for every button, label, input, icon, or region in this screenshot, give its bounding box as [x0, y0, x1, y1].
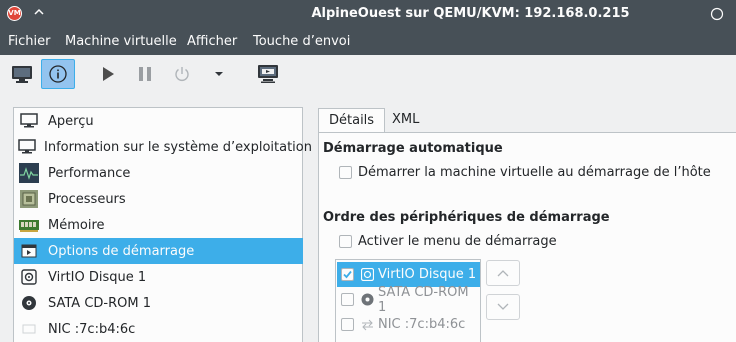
console-button[interactable]	[5, 59, 39, 89]
monitor-icon	[18, 136, 36, 158]
boot-device-sata-cdrom[interactable]: SATA CD-ROM 1	[337, 284, 480, 315]
menu-touche-envoi[interactable]: Touche d’envoi	[253, 34, 350, 49]
boot-device-virtio-disque[interactable]: VirtIO Disque 1	[337, 262, 480, 287]
performance-icon	[18, 162, 40, 184]
menu-fichier[interactable]: Fichier	[8, 34, 51, 49]
checkmark-icon	[343, 270, 352, 279]
snapshots-button[interactable]	[251, 59, 285, 89]
cdrom-icon	[18, 292, 40, 314]
memory-icon	[18, 214, 40, 236]
sidebar-item-os-info[interactable]: Information sur le système d’exploitatio…	[14, 134, 312, 160]
pause-icon	[139, 67, 151, 81]
play-icon	[103, 67, 114, 81]
sidebar-item-label: Processeurs	[48, 191, 126, 207]
sidebar-item-nic[interactable]: NIC :7c:b4:6c	[14, 316, 303, 342]
sidebar-item-sata-cdrom[interactable]: SATA CD-ROM 1	[14, 290, 303, 316]
sidebar-item-virtio-disque[interactable]: VirtIO Disque 1	[14, 264, 303, 290]
monitor-icon	[12, 66, 32, 83]
power-icon	[175, 67, 189, 81]
info-icon	[49, 65, 67, 83]
menu-afficher[interactable]: Afficher	[187, 34, 237, 49]
boot-device-label: NIC :7c:b4:6c	[378, 317, 466, 332]
sidebar-item-label: VirtIO Disque 1	[48, 269, 147, 285]
move-up-button[interactable]	[486, 260, 520, 286]
sidebar-item-label: Aperçu	[48, 113, 94, 129]
boot-device-list: VirtIO Disque 1 SATA CD-ROM 1 NIC :7c:b4…	[335, 259, 481, 342]
shutdown-button[interactable]	[165, 59, 199, 89]
boot-menu-checkbox-label: Activer le menu de démarrage	[358, 234, 557, 249]
chevron-down-icon	[215, 72, 223, 76]
snapshot-icon	[258, 65, 278, 83]
title-bar: VM AlpineOuest sur QEMU/KVM: 192.168.0.2…	[0, 0, 736, 29]
disk-icon	[18, 266, 40, 288]
sidebar-item-label: SATA CD-ROM 1	[48, 295, 151, 311]
sidebar-item-label: Mémoire	[48, 217, 105, 233]
autostart-title: Démarrage automatique	[323, 141, 503, 156]
nic-icon	[361, 318, 374, 331]
details-button[interactable]	[41, 59, 75, 89]
shutdown-menu-button[interactable]	[202, 59, 236, 89]
chevron-up-icon	[497, 270, 509, 277]
boot-device-label: VirtIO Disque 1	[378, 267, 477, 282]
boot-order-title: Ordre des périphériques de démarrage	[323, 210, 610, 225]
sidebar-item-apercu[interactable]: Aperçu	[14, 108, 303, 134]
hardware-list: Aperçu Information sur le système d’expl…	[13, 107, 312, 342]
monitor-icon	[18, 110, 40, 132]
tab-xml[interactable]: XML	[382, 108, 429, 133]
window-title: AlpineOuest sur QEMU/KVM: 192.168.0.215	[311, 6, 630, 21]
menu-machine-virtuelle[interactable]: Machine virtuelle	[65, 34, 177, 49]
boot-options-icon	[18, 240, 40, 262]
sidebar-item-processeurs[interactable]: Processeurs	[14, 186, 303, 212]
autostart-checkbox[interactable]	[339, 166, 352, 179]
autostart-checkbox-label: Démarrer la machine virtuelle au démarra…	[358, 165, 711, 180]
toolbar	[0, 55, 736, 95]
sidebar-item-label: Options de démarrage	[48, 243, 195, 259]
sidebar-item-memoire[interactable]: Mémoire	[14, 212, 303, 238]
sidebar-item-label: Performance	[48, 165, 131, 181]
disk-icon	[361, 268, 374, 281]
pause-button[interactable]	[128, 59, 162, 89]
tab-details[interactable]: Détails	[318, 108, 386, 133]
cpu-icon	[18, 188, 40, 210]
boot-device-checkbox[interactable]	[341, 268, 354, 281]
boot-menu-checkbox-row[interactable]: Activer le menu de démarrage	[339, 234, 557, 249]
sidebar-item-performance[interactable]: Performance	[14, 160, 303, 186]
chevron-down-icon	[497, 303, 509, 310]
sidebar-item-label: NIC :7c:b4:6c	[48, 321, 136, 337]
boot-device-checkbox[interactable]	[341, 318, 354, 331]
autostart-checkbox-row[interactable]: Démarrer la machine virtuelle au démarra…	[339, 165, 711, 180]
window-close-icon[interactable]	[710, 7, 724, 21]
sidebar-item-options-demarrage[interactable]: Options de démarrage	[14, 238, 303, 264]
boot-device-nic[interactable]: NIC :7c:b4:6c	[337, 312, 480, 337]
details-panel: Démarrage automatique Démarrer la machin…	[318, 132, 736, 342]
move-down-button[interactable]	[486, 294, 520, 320]
run-button[interactable]	[91, 59, 125, 89]
boot-device-label: SATA CD-ROM 1	[378, 284, 469, 315]
menu-bar: Fichier Machine virtuelle Afficher Touch…	[0, 29, 736, 55]
boot-menu-checkbox[interactable]	[339, 235, 352, 248]
cdrom-icon	[361, 293, 374, 306]
sidebar-item-label: Information sur le système d’exploitatio…	[44, 139, 312, 155]
nic-icon	[18, 318, 40, 340]
boot-device-checkbox[interactable]	[341, 293, 354, 306]
